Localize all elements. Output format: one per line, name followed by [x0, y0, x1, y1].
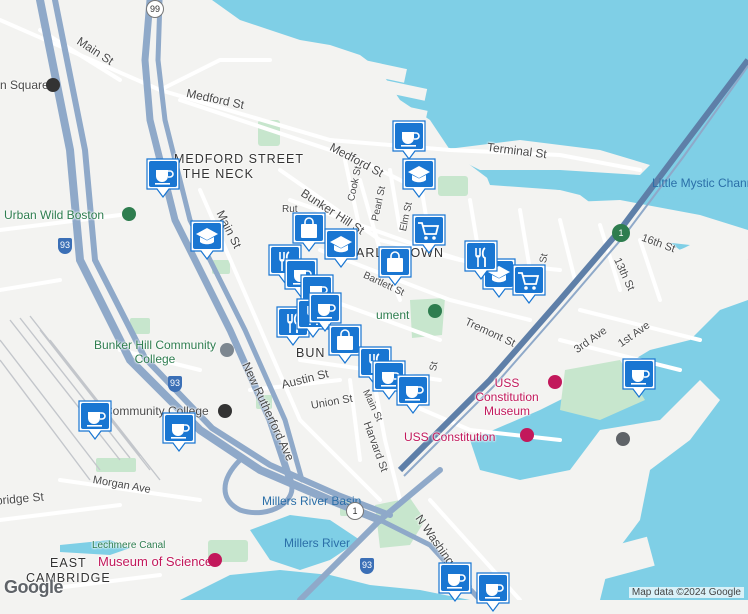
cafe-marker[interactable] — [620, 356, 658, 400]
cafe-marker[interactable] — [474, 570, 512, 614]
park-pin-icon[interactable] — [122, 207, 136, 221]
coffee-cup-icon — [438, 562, 472, 602]
shopping-cart-icon — [512, 264, 546, 304]
water-label-little-mystic: Little Mystic Channel — [652, 176, 748, 190]
graduation-cap-icon — [402, 158, 436, 198]
graduation-cap-icon — [324, 228, 358, 268]
coffee-cup-icon — [162, 412, 196, 452]
science-museum-pin-icon[interactable] — [208, 553, 222, 567]
place-label-square: n Square — [0, 78, 49, 92]
school-marker[interactable] — [188, 218, 226, 262]
harbor-water — [212, 0, 748, 600]
fork-knife-icon — [464, 240, 498, 280]
school-marker[interactable] — [400, 156, 438, 200]
ferry-pin-icon[interactable] — [616, 432, 630, 446]
place-label-monument: ument — [376, 308, 410, 322]
coffee-cup-icon — [476, 572, 510, 612]
route-shield-1: 1 — [346, 502, 364, 520]
interstate-shield-93: 93 — [58, 238, 72, 254]
coffee-cup-icon — [78, 400, 112, 440]
cafe-marker[interactable] — [76, 398, 114, 442]
place-label-uss: USS Constitution — [404, 430, 496, 444]
place-label-urban-wild: Urban Wild Boston — [4, 208, 105, 222]
area-label-medford-neck: MEDFORD STREET / THE NECK — [174, 152, 304, 181]
place-label-uss-museum: USS Constitution Museum — [475, 376, 539, 418]
cafe-marker[interactable] — [160, 410, 198, 454]
place-label-bhcc: Bunker Hill Community College — [93, 338, 217, 366]
street-label: St — [428, 360, 441, 372]
map-canvas[interactable] — [0, 0, 748, 600]
grocery-marker[interactable] — [410, 212, 448, 256]
cafe-marker[interactable] — [394, 372, 432, 416]
school-marker[interactable] — [322, 226, 360, 270]
shopping-cart-icon — [412, 214, 446, 254]
map-attribution: Map data ©2024 Google — [628, 587, 744, 598]
transit-station-icon[interactable] — [218, 404, 232, 418]
google-logo: Google — [4, 577, 64, 597]
coffee-cup-icon — [146, 158, 180, 198]
place-label-museum-of-science: Museum of Science — [98, 554, 213, 569]
route-shield-1: 1 — [612, 224, 630, 242]
water-label-lechmere: Lechmere Canal — [92, 540, 166, 551]
water-label-millers-river: Millers River — [284, 536, 350, 550]
coffee-cup-icon — [622, 358, 656, 398]
college-pin-icon[interactable] — [220, 343, 234, 357]
grocery-marker[interactable] — [510, 262, 548, 306]
interstate-shield-93: 93 — [168, 376, 182, 392]
coffee-cup-icon — [396, 374, 430, 414]
cafe-marker[interactable] — [436, 560, 474, 604]
shopping-bag-icon — [378, 246, 412, 286]
area-label-bunker: BUN — [296, 346, 326, 360]
transit-station-icon[interactable] — [46, 78, 60, 92]
shopping-marker[interactable] — [376, 244, 414, 288]
monument-pin-icon[interactable] — [428, 304, 442, 318]
restaurant-marker[interactable] — [462, 238, 500, 282]
graduation-cap-icon — [190, 220, 224, 260]
cafe-marker[interactable] — [144, 156, 182, 200]
route-shield-99: 99 — [146, 0, 164, 18]
museum-pin-icon[interactable] — [548, 375, 562, 389]
ship-museum-pin-icon[interactable] — [520, 428, 534, 442]
interstate-shield-93: 93 — [360, 558, 374, 574]
